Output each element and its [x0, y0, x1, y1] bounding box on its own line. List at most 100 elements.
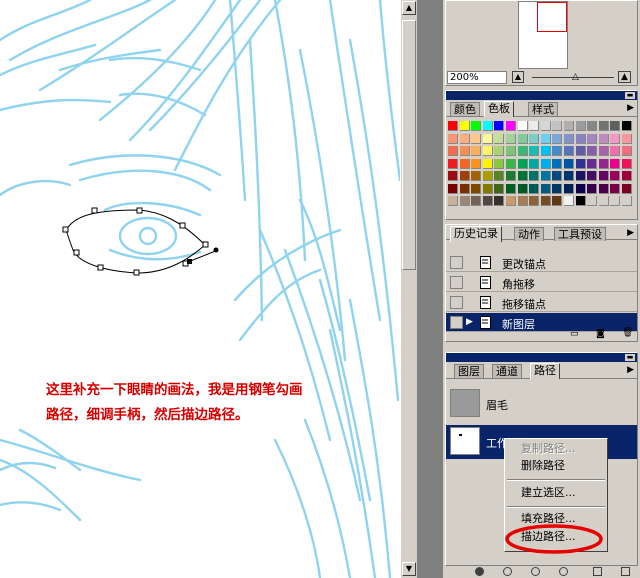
load-selection-icon[interactable] [531, 567, 540, 576]
color-swatch[interactable] [552, 196, 563, 206]
color-swatch[interactable] [587, 133, 598, 144]
zoom-field[interactable]: 200% [447, 71, 507, 84]
color-swatch[interactable] [587, 171, 598, 181]
trash-icon[interactable] [621, 567, 630, 576]
tab-actions[interactable]: 动作 [514, 227, 544, 241]
stroke-path-icon[interactable] [503, 567, 512, 576]
color-swatch[interactable] [482, 146, 493, 156]
color-swatch[interactable] [575, 183, 586, 194]
color-swatch[interactable] [471, 158, 482, 169]
color-swatch[interactable] [471, 121, 482, 131]
color-swatch[interactable] [575, 158, 586, 169]
color-swatch[interactable] [506, 133, 516, 144]
panel-menu-arrow-icon[interactable]: ▶ [627, 365, 634, 375]
color-swatch[interactable] [540, 158, 551, 169]
color-swatch[interactable] [552, 158, 563, 169]
scroll-up-arrow-icon[interactable]: ▲ [402, 1, 416, 15]
color-swatch[interactable] [517, 146, 528, 156]
color-swatch[interactable] [610, 171, 621, 181]
tab-color[interactable]: 颜色 [450, 102, 480, 116]
color-swatch[interactable] [494, 121, 505, 131]
color-swatch[interactable] [459, 146, 470, 156]
tab-swatches[interactable]: 色板 [484, 101, 514, 117]
color-swatch[interactable] [622, 158, 632, 169]
color-swatch[interactable] [482, 171, 493, 181]
color-swatch[interactable] [459, 171, 470, 181]
color-swatch[interactable] [517, 196, 528, 206]
color-swatch[interactable] [622, 133, 632, 144]
document-canvas[interactable] [0, 0, 400, 578]
color-swatch[interactable] [494, 158, 505, 169]
color-swatch[interactable] [459, 133, 470, 144]
color-swatch[interactable] [494, 196, 505, 206]
color-swatch[interactable] [587, 158, 598, 169]
color-swatch[interactable] [598, 196, 609, 206]
color-swatch[interactable] [598, 133, 609, 144]
color-swatch[interactable] [622, 183, 632, 194]
color-swatch[interactable] [610, 183, 621, 194]
color-swatch[interactable] [471, 171, 482, 181]
color-swatch[interactable] [622, 146, 632, 156]
color-swatch[interactable] [598, 121, 609, 131]
color-swatch[interactable] [517, 121, 528, 131]
color-swatch[interactable] [448, 183, 458, 194]
color-swatch[interactable] [517, 133, 528, 144]
zoom-slider-thumb[interactable]: △ [572, 72, 579, 82]
color-swatch[interactable] [482, 183, 493, 194]
menu-item-fill-path[interactable]: 填充路径... [521, 511, 576, 527]
swatch-grid[interactable] [448, 121, 638, 221]
tab-tool-presets[interactable]: 工具预设 [554, 227, 606, 241]
color-swatch[interactable] [494, 183, 505, 194]
color-swatch[interactable] [482, 133, 493, 144]
panel-minimize-icon[interactable]: ▬ [625, 92, 635, 99]
color-swatch[interactable] [471, 183, 482, 194]
color-swatch[interactable] [587, 146, 598, 156]
menu-item-duplicate-path[interactable]: 复制路径... [521, 441, 576, 457]
snapshot-icon[interactable]: ◙ [596, 329, 605, 339]
color-swatch[interactable] [529, 158, 540, 169]
color-swatch[interactable] [517, 158, 528, 169]
history-item[interactable]: 拖移锚点 [446, 293, 637, 312]
color-swatch[interactable] [459, 196, 470, 206]
history-brush-checkbox[interactable] [450, 296, 463, 309]
panel-minimize-icon[interactable]: ▬ [625, 354, 635, 361]
menu-item-delete-path[interactable]: 删除路径 [521, 458, 565, 474]
path-item[interactable]: 眉毛 [446, 387, 637, 421]
color-swatch[interactable] [494, 146, 505, 156]
color-swatch[interactable] [564, 183, 574, 194]
color-swatch[interactable] [564, 133, 574, 144]
color-swatch[interactable] [598, 183, 609, 194]
color-swatch[interactable] [459, 158, 470, 169]
color-swatch[interactable] [529, 171, 540, 181]
color-swatch[interactable] [552, 171, 563, 181]
color-swatch[interactable] [564, 158, 574, 169]
color-swatch[interactable] [517, 171, 528, 181]
color-swatch[interactable] [598, 146, 609, 156]
color-swatch[interactable] [587, 121, 598, 131]
color-swatch[interactable] [517, 183, 528, 194]
color-swatch[interactable] [459, 183, 470, 194]
zoom-out-icon[interactable]: ▲ [512, 71, 524, 83]
color-swatch[interactable] [575, 146, 586, 156]
color-swatch[interactable] [610, 121, 621, 131]
fill-path-icon[interactable] [475, 567, 484, 576]
zoom-in-icon[interactable]: ▲ [618, 71, 631, 83]
navigator-view-box[interactable] [537, 2, 567, 32]
color-swatch[interactable] [529, 133, 540, 144]
color-swatch[interactable] [506, 158, 516, 169]
color-swatch[interactable] [610, 196, 621, 206]
color-swatch[interactable] [471, 133, 482, 144]
tab-styles[interactable]: 样式 [528, 102, 558, 116]
color-swatch[interactable] [564, 146, 574, 156]
color-swatch[interactable] [540, 171, 551, 181]
history-item[interactable]: 角拖移 [446, 273, 637, 292]
color-swatch[interactable] [540, 196, 551, 206]
color-swatch[interactable] [529, 196, 540, 206]
color-swatch[interactable] [494, 133, 505, 144]
color-swatch[interactable] [448, 171, 458, 181]
color-swatch[interactable] [448, 121, 458, 131]
history-item[interactable]: 更改锚点 [446, 253, 637, 272]
scrollbar-thumb[interactable] [402, 20, 416, 270]
color-swatch[interactable] [564, 196, 574, 206]
color-swatch[interactable] [552, 133, 563, 144]
